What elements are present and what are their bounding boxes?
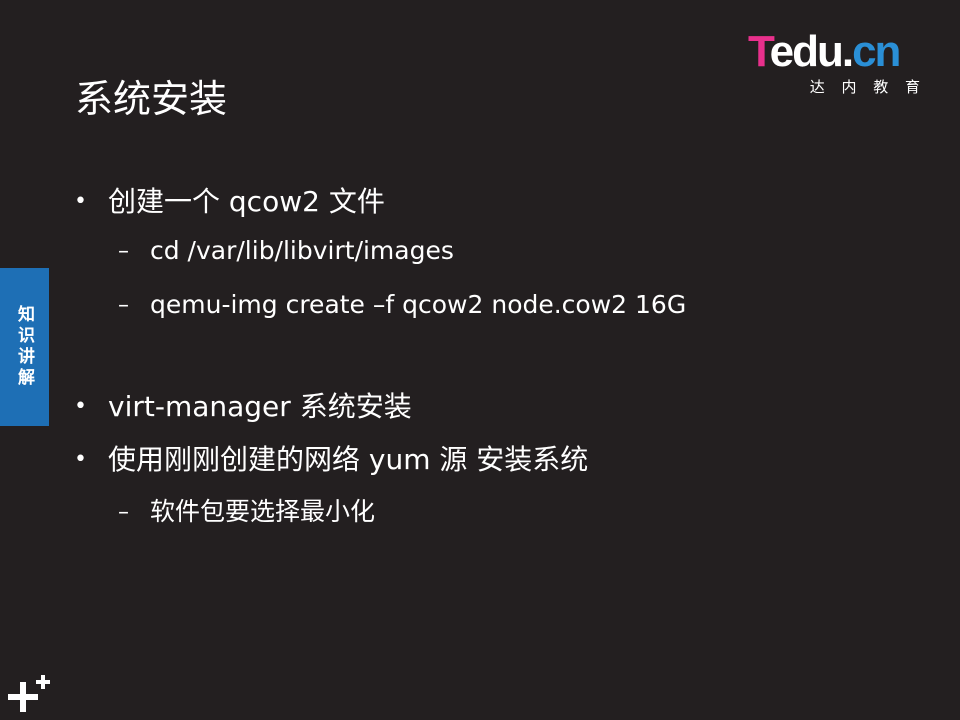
sub-bullet-text: 软件包要选择最小化 <box>150 497 376 526</box>
logo-wordmark: Tedu.cn <box>748 27 901 76</box>
bullet-marker: • <box>74 189 87 214</box>
bullet-item: • virt-manager 系统安装 <box>74 389 412 425</box>
logo-t: T <box>748 27 772 76</box>
slide-title: 系统安装 <box>75 77 228 121</box>
logo-subtitle: 达 内 教 育 <box>809 78 926 96</box>
side-tab: 知识讲解 <box>0 268 49 426</box>
side-tab-label: 知识讲解 <box>14 305 34 389</box>
bullet-item: • 创建一个 qcow2 文件 <box>74 184 385 220</box>
sub-bullet-text: cd /var/lib/libvirt/images <box>150 236 454 265</box>
bullet-marker: • <box>74 394 87 419</box>
dash-marker: – <box>118 293 129 318</box>
dash-marker: – <box>118 239 129 264</box>
logo-edu: edu. <box>769 27 854 76</box>
logo-cn: cn <box>852 27 901 76</box>
plus-cross-icon <box>8 675 50 712</box>
sub-bullet-text: qemu-img create –f qcow2 node.cow2 16G <box>150 290 687 319</box>
sub-bullet-item: – 软件包要选择最小化 <box>118 495 375 530</box>
slide: Tedu.cn 达 内 教 育 系统安装 知识讲解 • 创建一个 qcow2 文件… <box>0 0 960 720</box>
bullet-item: • 使用刚刚创建的网络 yum 源 安装系统 <box>74 442 588 478</box>
bullet-text: 使用刚刚创建的网络 yum 源 安装系统 <box>108 443 589 476</box>
bullet-text: 创建一个 qcow2 文件 <box>108 185 385 218</box>
tedu-logo: Tedu.cn 达 内 教 育 <box>748 28 930 98</box>
bullet-marker: • <box>74 447 87 472</box>
sub-bullet-item: – qemu-img create –f qcow2 node.cow2 16G <box>118 288 686 323</box>
dash-marker: – <box>118 500 129 525</box>
bullet-text: virt-manager 系统安装 <box>108 390 412 423</box>
sub-bullet-item: – cd /var/lib/libvirt/images <box>118 234 454 269</box>
